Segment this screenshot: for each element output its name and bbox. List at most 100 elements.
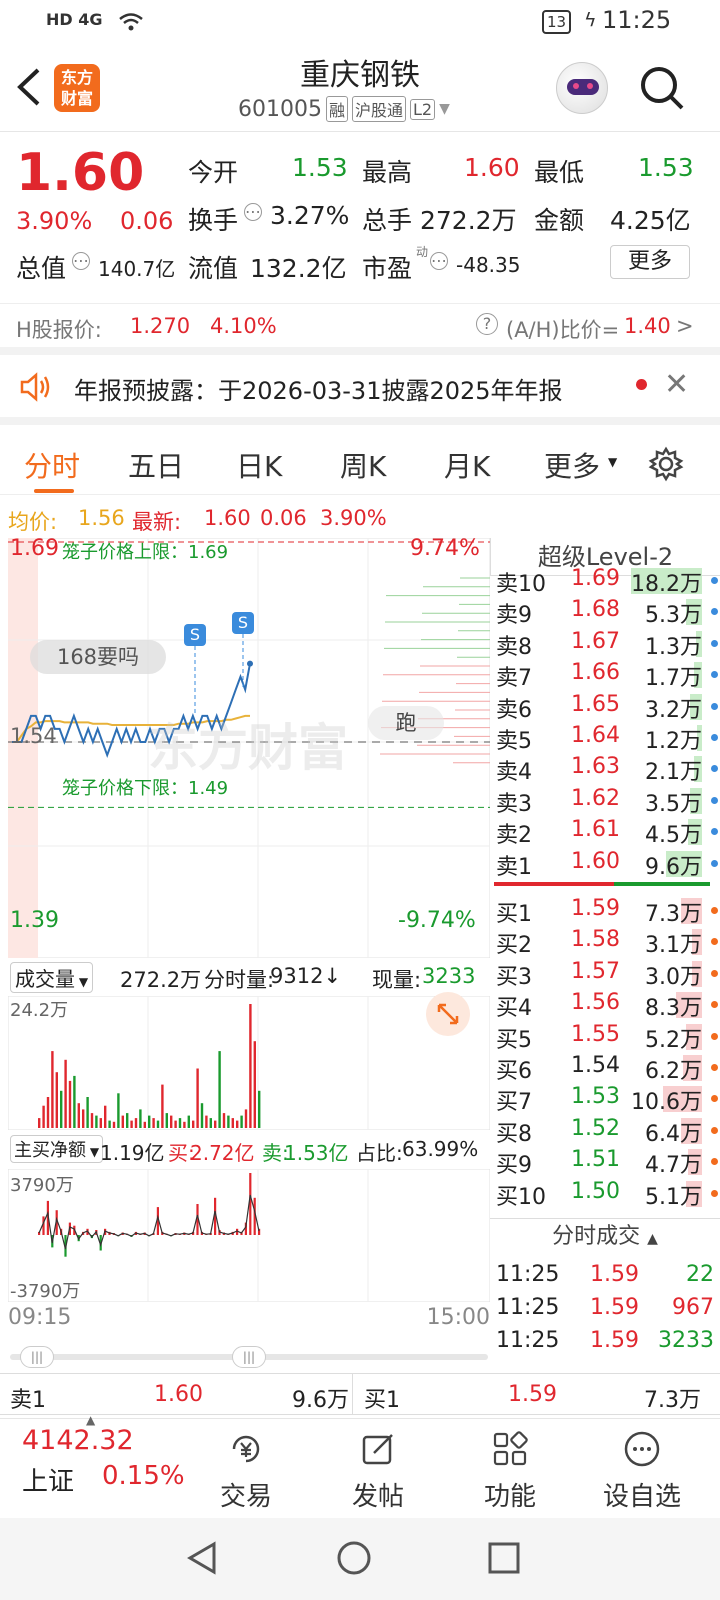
sell-signal-marker[interactable]: S — [232, 612, 254, 634]
ask-price: 1.67 — [571, 628, 620, 654]
nav-trade[interactable]: 交易 — [186, 1429, 306, 1513]
bid-row[interactable]: 买6 1.54 6.2万 — [496, 1053, 720, 1084]
current-volume-label: 现量: — [372, 968, 422, 992]
ask-row[interactable]: 卖6 1.65 3.2万 — [496, 692, 720, 723]
ask-row[interactable]: 卖8 1.67 1.3万 — [496, 628, 720, 660]
back-triangle-icon[interactable] — [184, 1540, 220, 1580]
bid-row[interactable]: 买3 1.57 3.0万 — [496, 959, 720, 990]
flow-selector[interactable]: 主买净额 ▼ — [10, 1135, 104, 1163]
ask-row[interactable]: 卖2 1.61 4.5万 — [496, 817, 720, 848]
recents-square-icon[interactable] — [486, 1540, 522, 1580]
connect-badge: 沪股通 — [352, 96, 407, 122]
volume-bar — [236, 1120, 239, 1128]
run-bubble[interactable]: 跑 — [368, 706, 444, 740]
ask-volume: 18.2万 — [631, 572, 702, 597]
ask-price: 1.66 — [571, 660, 620, 686]
index-ticker[interactable]: ▲ 4142.32 上证 0.15% — [0, 1413, 200, 1519]
trade-row: 11:25 1.59 3233 — [496, 1328, 720, 1358]
question-icon[interactable]: ? — [476, 313, 498, 335]
ask-order-dot — [711, 796, 718, 804]
tab-monthly-k[interactable]: 月K — [444, 445, 490, 485]
scroller-right-handle[interactable]: ||| — [232, 1346, 266, 1368]
intraday-chart[interactable]: 1.69 笼子价格上限：1.69 9.74% 168要吗 跑 东方财富 1.54… — [8, 536, 490, 958]
tab-intraday[interactable]: 分时 — [24, 445, 80, 485]
capital-flow-header: 主买净额 ▼ 1.19亿 买: 2.72亿 卖: 1.53亿 占比: 63.99… — [8, 1133, 490, 1169]
ask-row[interactable]: 卖4 1.63 2.1万 — [496, 754, 720, 785]
info-icon[interactable]: ⋯ — [72, 252, 90, 270]
mid-price-label: 1.54 — [10, 724, 57, 748]
tab-daily-k[interactable]: 日K — [236, 445, 282, 485]
high-value: 1.60 — [464, 153, 520, 182]
ask-volume: 3.5万 — [645, 791, 702, 817]
info-icon[interactable]: ⋯ — [430, 252, 448, 270]
ask-row[interactable]: 卖5 1.64 1.2万 — [496, 723, 720, 754]
gear-icon[interactable] — [648, 446, 684, 486]
bid-volume: 6.2万 — [645, 1059, 702, 1084]
ask-row[interactable]: 卖3 1.62 3.5万 — [496, 786, 720, 817]
volume-bar — [130, 1120, 133, 1128]
volume-bar — [218, 1051, 221, 1128]
ask-row[interactable]: 卖7 1.66 1.7万 — [496, 660, 720, 691]
volume-bar — [183, 1121, 186, 1128]
bid-row[interactable]: 买2 1.58 3.1万 — [496, 927, 720, 958]
bid-row[interactable]: 买8 1.52 6.4万 — [496, 1116, 720, 1147]
bid-row[interactable]: 买4 1.56 8.3万 — [496, 990, 720, 1022]
ask-row[interactable]: 卖1 1.60 9.6万 — [496, 848, 720, 880]
open-value: 1.53 — [292, 153, 348, 182]
bid-price: 1.54 — [571, 1053, 620, 1078]
volume-bar — [126, 1113, 129, 1128]
comment-bubble[interactable]: 168要吗 — [30, 640, 166, 674]
notice-bar[interactable]: 年报预披露：于2026-03-31披露2025年年报 ✕ — [0, 363, 720, 425]
h-share-price: 1.270 — [130, 314, 191, 338]
bid-row[interactable]: 买1 1.59 7.3万 — [496, 896, 720, 927]
info-icon[interactable]: ⋯ — [244, 203, 262, 221]
more-button[interactable]: 更多 — [610, 245, 690, 279]
h-share-row[interactable]: H股报价: 1.270 4.10% ? (A/H)比价= 1.40 > — [0, 303, 720, 355]
amount-label: 金额 — [534, 206, 585, 235]
search-icon[interactable] — [638, 64, 686, 116]
volume-bar — [231, 1118, 234, 1128]
ask1-price: 1.60 — [154, 1382, 203, 1407]
ask-bid-divider-green — [614, 882, 710, 886]
tab-five-day[interactable]: 五日 — [128, 445, 184, 485]
index-value: 4142.32 — [22, 1425, 134, 1456]
buy-flow-value: 2.72亿 — [190, 1141, 255, 1165]
lower-limit-label: 笼子价格下限：1.49 — [62, 778, 229, 799]
chart-range-scroller[interactable]: ||| ||| — [10, 1346, 488, 1368]
ask-row[interactable]: 卖9 1.68 5.3万 — [496, 597, 720, 629]
ask-level-label: 卖9 — [496, 603, 532, 629]
stock-code-row[interactable]: 601005 融 沪股通 L2 ▼ — [238, 96, 450, 122]
ask-level-label: 卖10 — [496, 572, 546, 597]
scroller-left-handle[interactable]: ||| — [20, 1346, 54, 1368]
home-circle-icon[interactable] — [336, 1540, 372, 1580]
nav-watchlist[interactable]: 设自选 — [582, 1429, 702, 1513]
nav-post[interactable]: 发帖 — [318, 1429, 438, 1513]
bid-price: 1.55 — [571, 1021, 620, 1047]
tab-weekly-k[interactable]: 周K — [340, 445, 386, 485]
volume-bar — [108, 1120, 111, 1128]
bid-row[interactable]: 买9 1.51 4.7万 — [496, 1147, 720, 1178]
volume-bar — [51, 1051, 54, 1128]
ask1-label: 卖1 — [10, 1388, 46, 1413]
ask-row[interactable]: 卖10 1.69 18.2万 — [496, 566, 720, 597]
trade-ticker-header[interactable]: 分时成交 ▲ — [490, 1218, 720, 1254]
tick-volume-label: 分时量: — [204, 968, 275, 992]
close-icon[interactable]: ✕ — [664, 367, 689, 402]
sell-signal-marker[interactable]: S — [184, 624, 206, 646]
index-name: 上证 — [22, 1467, 75, 1497]
robot-avatar-icon[interactable] — [556, 62, 608, 114]
volume-bar — [170, 1115, 173, 1128]
volume-selector[interactable]: 成交量 ▼ — [10, 962, 94, 993]
tab-more[interactable]: 更多 — [544, 445, 600, 485]
bid-row[interactable]: 买7 1.53 10.6万 — [496, 1084, 720, 1115]
volume-bar — [112, 1121, 116, 1128]
watermark: 东方财富 — [148, 719, 348, 777]
expand-icon[interactable] — [426, 992, 470, 1036]
bid-row[interactable]: 买10 1.50 5.1万 — [496, 1179, 720, 1210]
capital-flow-chart[interactable]: 3790万 -3790万 — [8, 1169, 490, 1302]
volume-chart[interactable]: 24.2万 — [8, 992, 490, 1130]
bid-level-label: 买4 — [496, 996, 532, 1022]
bid-row[interactable]: 买5 1.55 5.2万 — [496, 1021, 720, 1053]
ask-price: 1.60 — [571, 848, 620, 874]
nav-functions[interactable]: 功能 — [450, 1429, 570, 1513]
